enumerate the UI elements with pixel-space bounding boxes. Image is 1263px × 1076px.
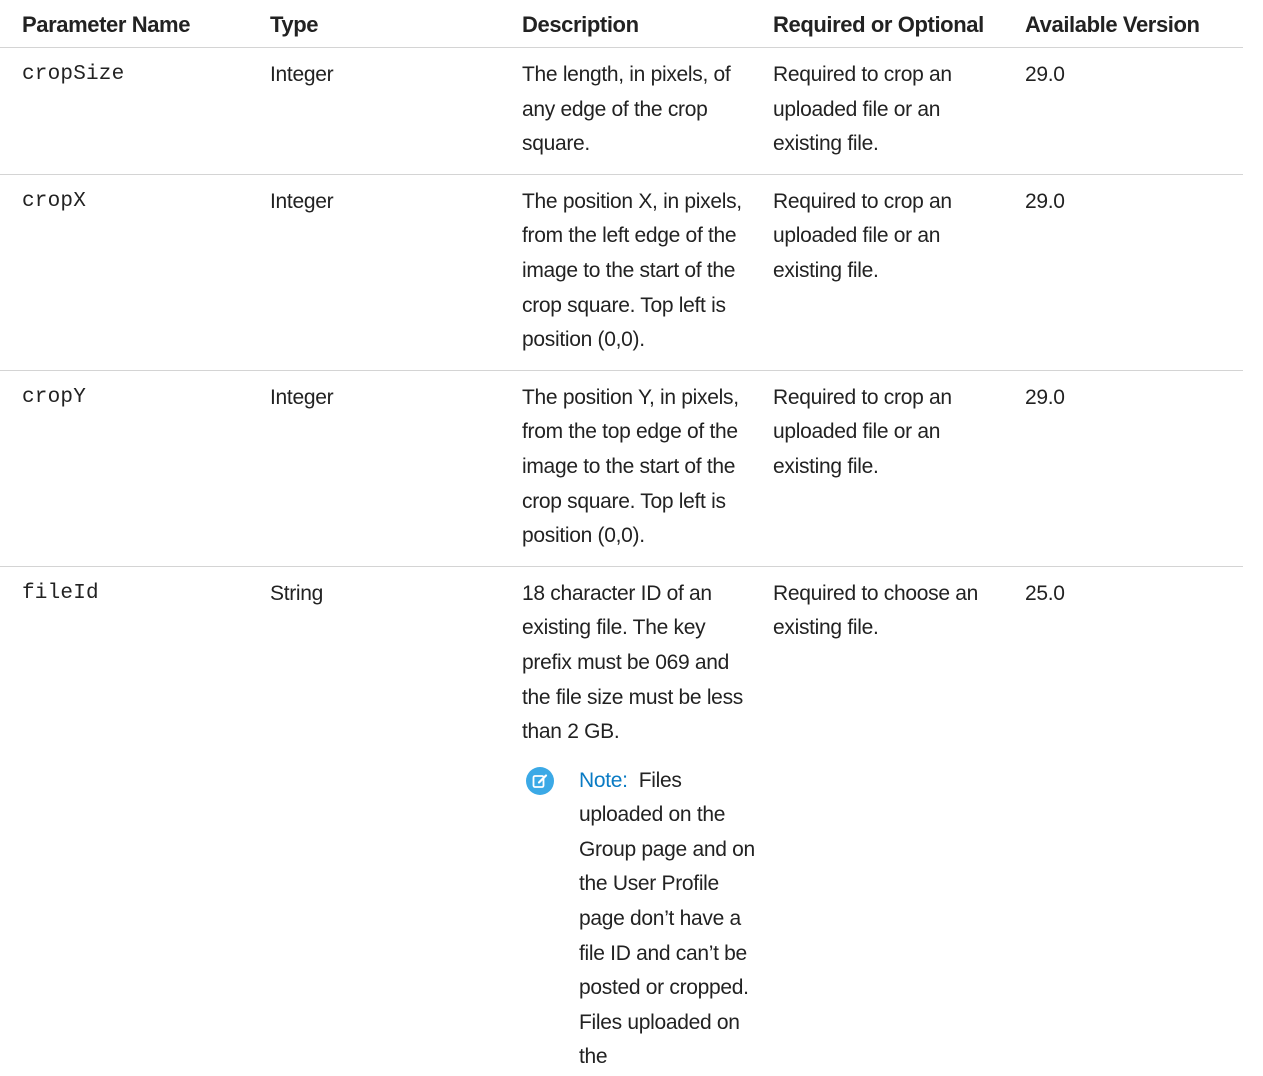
parameter-description: The position Y, in pixels, from the top … xyxy=(514,370,765,567)
parameter-type: Integer xyxy=(262,370,514,567)
parameter-name: fileId xyxy=(22,581,99,605)
parameter-type: String xyxy=(270,581,324,605)
header-type: Type xyxy=(262,0,514,48)
parameter-table-page: Parameter Name Type Description Required… xyxy=(0,0,1263,1076)
header-parameter-name: Parameter Name xyxy=(0,0,262,48)
parameter-type: Integer xyxy=(262,174,514,371)
parameter-name: cropY xyxy=(0,370,262,567)
note-callout: Note: Files uploaded on the Group page a… xyxy=(522,764,757,1075)
parameter-description: 18 character ID of an existing file. The… xyxy=(522,581,743,744)
parameter-version: 29.0 xyxy=(1017,174,1243,371)
parameter-version: 25.0 xyxy=(1025,581,1065,605)
parameter-description: The length, in pixels, of any edge of th… xyxy=(514,47,765,175)
parameter-required: Required to crop an uploaded file or an … xyxy=(765,370,1017,567)
header-description: Description xyxy=(514,0,765,48)
parameter-required: Required to crop an uploaded file or an … xyxy=(765,174,1017,371)
parameter-description: The position X, in pixels, from the left… xyxy=(514,174,765,371)
parameter-description-cell: 18 character ID of an existing file. The… xyxy=(514,566,765,1076)
note-text: Files uploaded on the Group page and on … xyxy=(579,768,755,1069)
table-row: cropX Integer The position X, in pixels,… xyxy=(0,174,1243,371)
header-required-or-optional: Required or Optional xyxy=(765,0,1017,48)
table-row: cropSize Integer The length, in pixels, … xyxy=(0,47,1243,175)
parameter-name: cropSize xyxy=(0,47,262,175)
parameter-name: cropX xyxy=(0,174,262,371)
parameter-required: Required to choose an existing file. xyxy=(773,581,979,640)
note-label: Note: xyxy=(579,768,628,792)
parameter-table: Parameter Name Type Description Required… xyxy=(0,0,1243,1076)
header-available-version: Available Version xyxy=(1017,0,1243,48)
table-row: fileId String 18 character ID of an exis… xyxy=(0,566,1243,1076)
parameter-version: 29.0 xyxy=(1017,47,1243,175)
parameter-version: 29.0 xyxy=(1017,370,1243,567)
table-header-row: Parameter Name Type Description Required… xyxy=(0,0,1243,48)
parameter-type: Integer xyxy=(262,47,514,175)
table-row: cropY Integer The position Y, in pixels,… xyxy=(0,370,1243,567)
edit-note-icon xyxy=(526,766,554,795)
parameter-required: Required to crop an uploaded file or an … xyxy=(765,47,1017,175)
